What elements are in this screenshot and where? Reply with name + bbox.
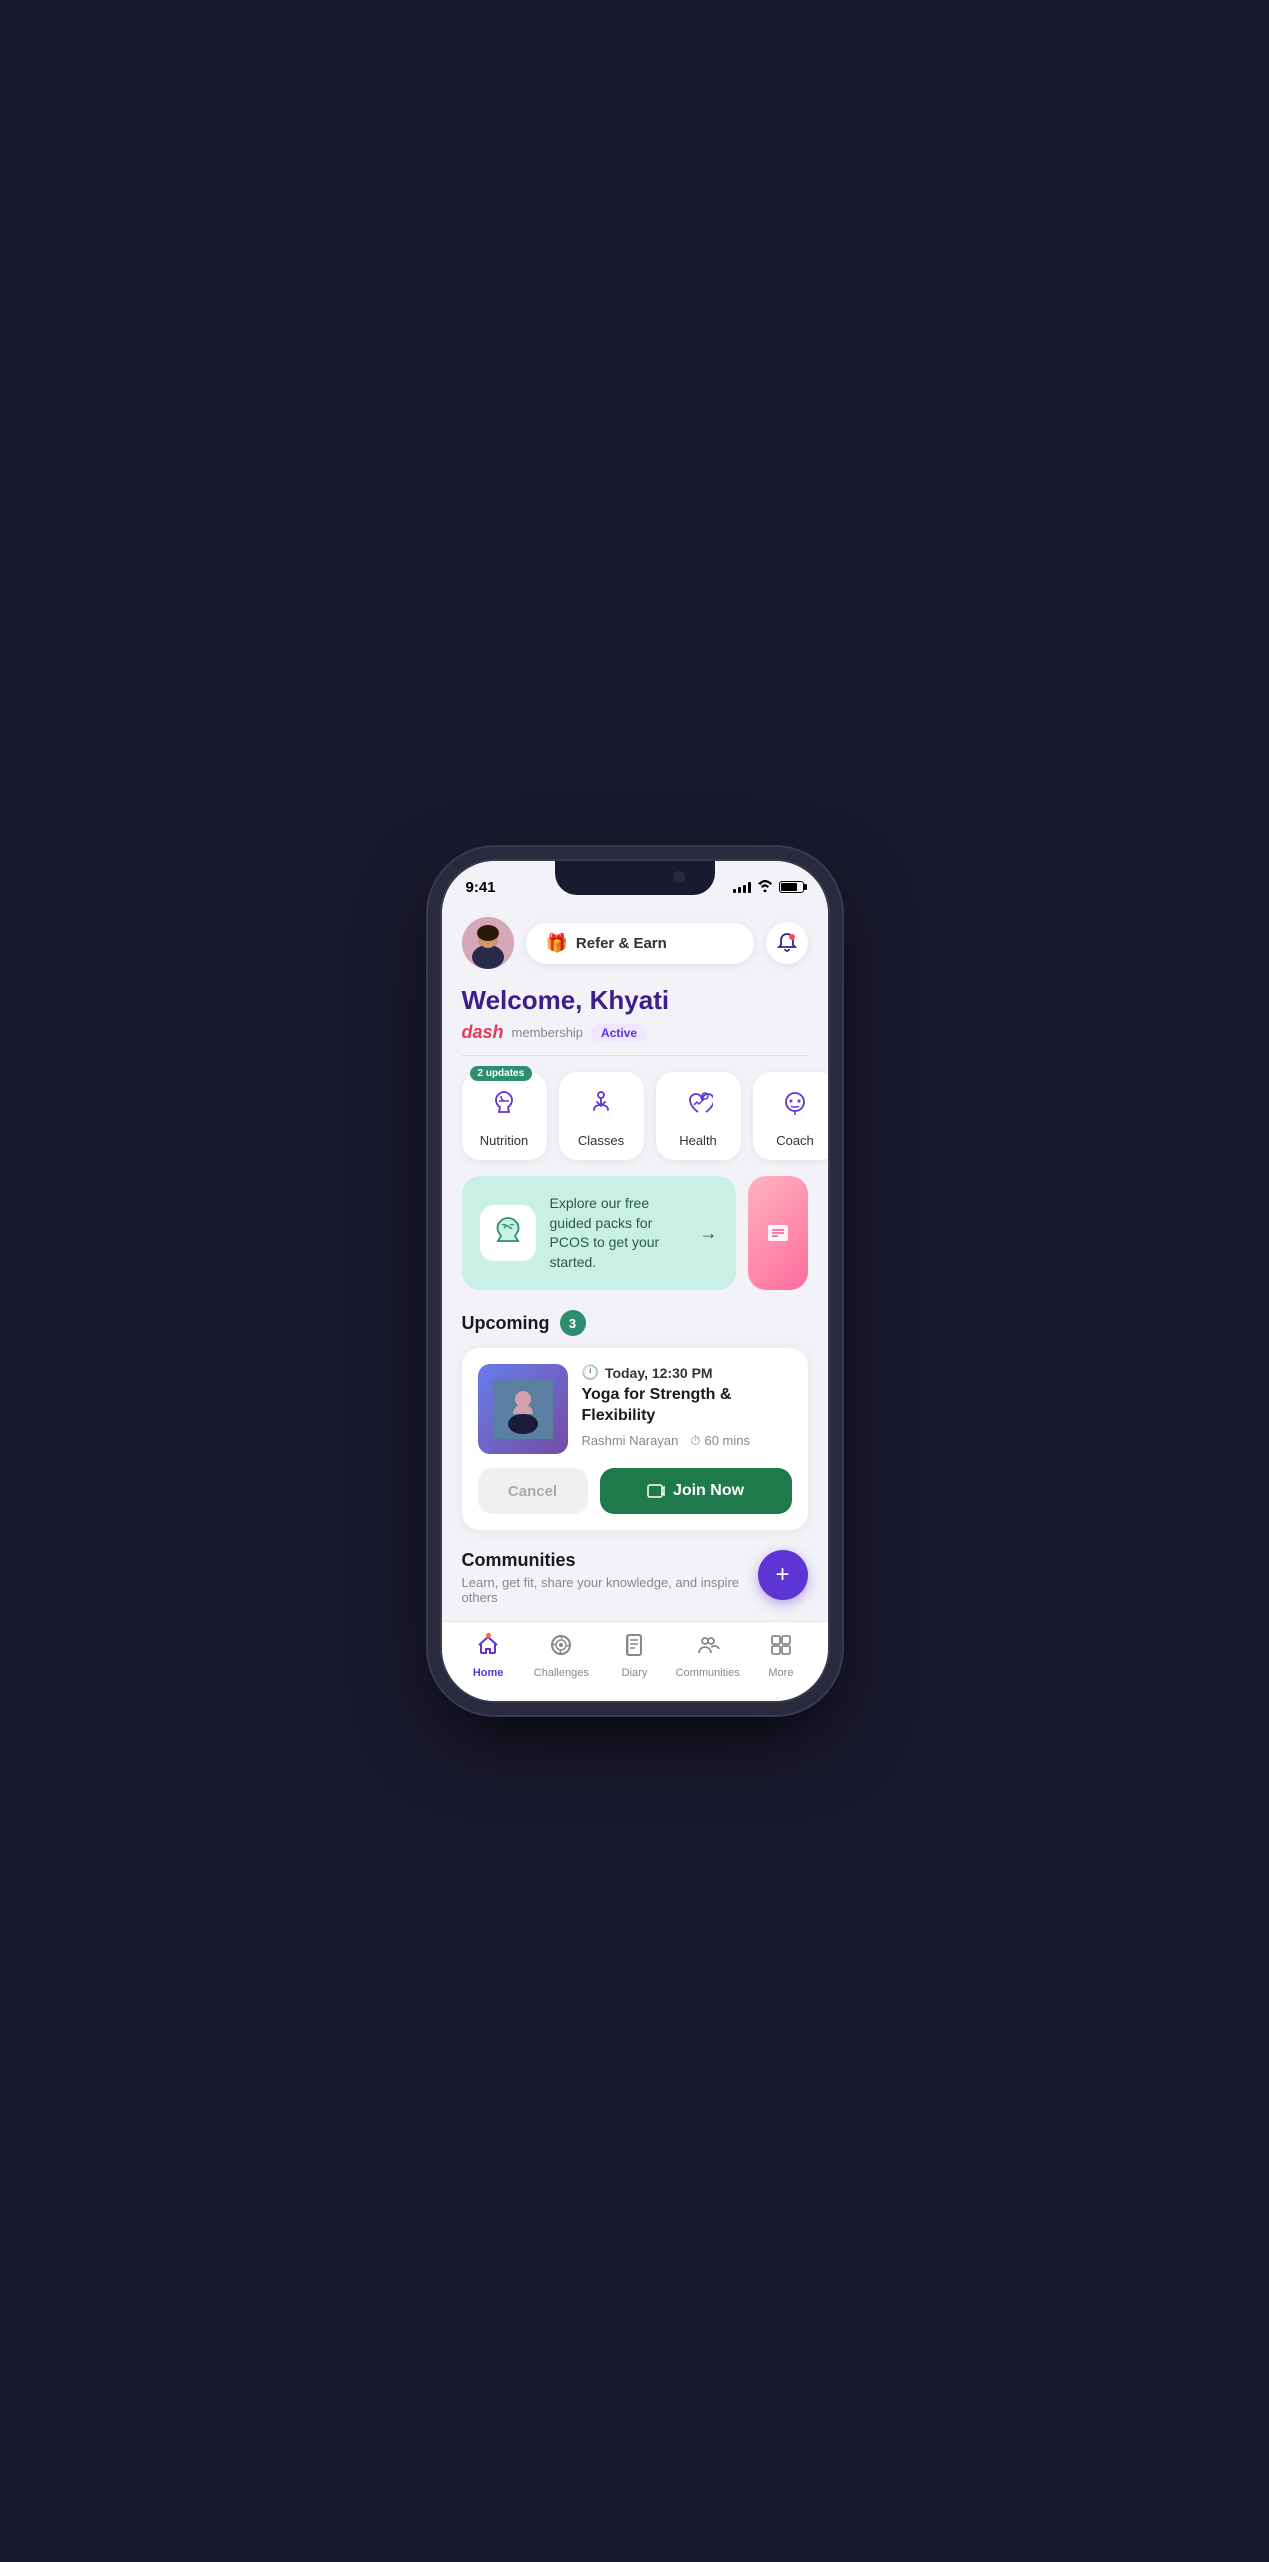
diary-icon: [623, 1633, 647, 1663]
dash-logo: dash: [462, 1022, 504, 1043]
class-card: 🕛 Today, 12:30 PM Yoga for Strength & Fl…: [462, 1348, 808, 1530]
health-icon: [683, 1088, 713, 1125]
membership-row: dash membership Active: [462, 1022, 808, 1043]
status-time: 9:41: [466, 879, 496, 896]
battery-icon: [779, 881, 804, 893]
class-thumbnail: [478, 1364, 568, 1454]
refer-earn-button[interactable]: 🎁 Refer & Earn: [526, 923, 754, 964]
coach-icon: [780, 1088, 810, 1125]
join-now-button[interactable]: Join Now: [600, 1468, 792, 1514]
quiz-banner[interactable]: [748, 1176, 808, 1290]
instructor-name: Rashmi Narayan: [582, 1433, 679, 1448]
refer-icon: 🎁: [546, 933, 568, 954]
join-now-label: Join Now: [673, 1482, 744, 1500]
active-badge: Active: [591, 1024, 647, 1042]
refer-earn-label: Refer & Earn: [576, 935, 667, 952]
update-badge: 2 updates: [470, 1066, 533, 1081]
phone-frame: 9:41: [440, 859, 830, 1703]
status-icons: [733, 880, 804, 895]
phone-notch: [555, 861, 715, 895]
quick-link-nutrition[interactable]: 2 updates Nutrition: [462, 1072, 547, 1160]
class-meta: Rashmi Narayan ⏱ 60 mins: [582, 1433, 792, 1449]
quick-link-health[interactable]: Health: [656, 1072, 741, 1160]
nav-more-label: More: [768, 1667, 793, 1679]
class-time-text: Today, 12:30 PM: [605, 1365, 713, 1381]
class-card-inner: 🕛 Today, 12:30 PM Yoga for Strength & Fl…: [478, 1364, 792, 1454]
upcoming-title: Upcoming: [462, 1313, 550, 1334]
banner-arrow: →: [700, 1223, 718, 1244]
duration-text: 60 mins: [704, 1433, 750, 1448]
class-duration: ⏱ 60 mins: [690, 1433, 750, 1449]
upcoming-section-header: Upcoming 3: [442, 1290, 828, 1348]
wifi-icon: [757, 880, 773, 895]
classes-icon: [586, 1088, 616, 1125]
challenges-icon: [549, 1633, 573, 1663]
upcoming-count: 3: [560, 1310, 586, 1336]
nav-diary-label: Diary: [622, 1667, 648, 1679]
user-avatar[interactable]: [462, 917, 514, 969]
quick-links: 2 updates Nutrition Classes: [442, 1056, 828, 1176]
home-dot: [486, 1633, 491, 1638]
notification-button[interactable]: [766, 922, 808, 964]
pcos-icon: [490, 1212, 526, 1255]
nutrition-icon: [489, 1088, 519, 1125]
nav-more[interactable]: More: [744, 1627, 817, 1685]
communities-subtitle: Learn, get fit, share your knowledge, an…: [462, 1575, 758, 1605]
quick-link-coach[interactable]: Coach: [753, 1072, 828, 1160]
nav-diary[interactable]: Diary: [598, 1627, 671, 1685]
cancel-button[interactable]: Cancel: [478, 1468, 588, 1514]
banner-section: Explore our free guided packs for PCOS t…: [442, 1176, 828, 1290]
coach-label: Coach: [776, 1133, 814, 1148]
welcome-text: Welcome, Khyati: [462, 985, 808, 1016]
nav-home-label: Home: [473, 1667, 504, 1679]
nav-home[interactable]: Home: [452, 1627, 525, 1685]
communities-title: Communities: [462, 1550, 758, 1571]
class-actions: Cancel Join Now: [478, 1468, 792, 1514]
header: 🎁 Refer & Earn: [442, 905, 828, 977]
health-label: Health: [679, 1133, 717, 1148]
app-content: 🎁 Refer & Earn Welcome, Khyati dash memb…: [442, 905, 828, 1701]
welcome-section: Welcome, Khyati dash membership Active: [442, 977, 828, 1055]
class-info: 🕛 Today, 12:30 PM Yoga for Strength & Fl…: [582, 1364, 792, 1449]
banner-icon-wrap: [480, 1205, 536, 1261]
classes-label: Classes: [578, 1133, 624, 1148]
bottom-nav: Home Challenges Diary: [442, 1621, 828, 1701]
add-community-button[interactable]: +: [758, 1550, 808, 1600]
communities-nav-icon: [696, 1633, 720, 1663]
clock-icon: 🕛: [582, 1364, 599, 1381]
nav-communities-label: Communities: [676, 1667, 740, 1679]
communities-header: Communities Learn, get fit, share your k…: [462, 1550, 808, 1605]
nutrition-label: Nutrition: [480, 1133, 528, 1148]
banner-text: Explore our free guided packs for PCOS t…: [550, 1194, 686, 1272]
nav-challenges[interactable]: Challenges: [525, 1627, 598, 1685]
quick-link-classes[interactable]: Classes: [559, 1072, 644, 1160]
signal-icon: [733, 881, 751, 893]
nav-challenges-label: Challenges: [534, 1667, 589, 1679]
class-name: Yoga for Strength & Flexibility: [582, 1385, 792, 1427]
class-time: 🕛 Today, 12:30 PM: [582, 1364, 792, 1381]
communities-text: Communities Learn, get fit, share your k…: [462, 1550, 758, 1605]
more-icon: [769, 1633, 793, 1663]
duration-clock-icon: ⏱: [690, 1433, 700, 1449]
pcos-banner[interactable]: Explore our free guided packs for PCOS t…: [462, 1176, 736, 1290]
membership-text: membership: [512, 1025, 584, 1040]
add-icon: +: [775, 1561, 789, 1589]
nav-communities[interactable]: Communities: [671, 1627, 744, 1685]
